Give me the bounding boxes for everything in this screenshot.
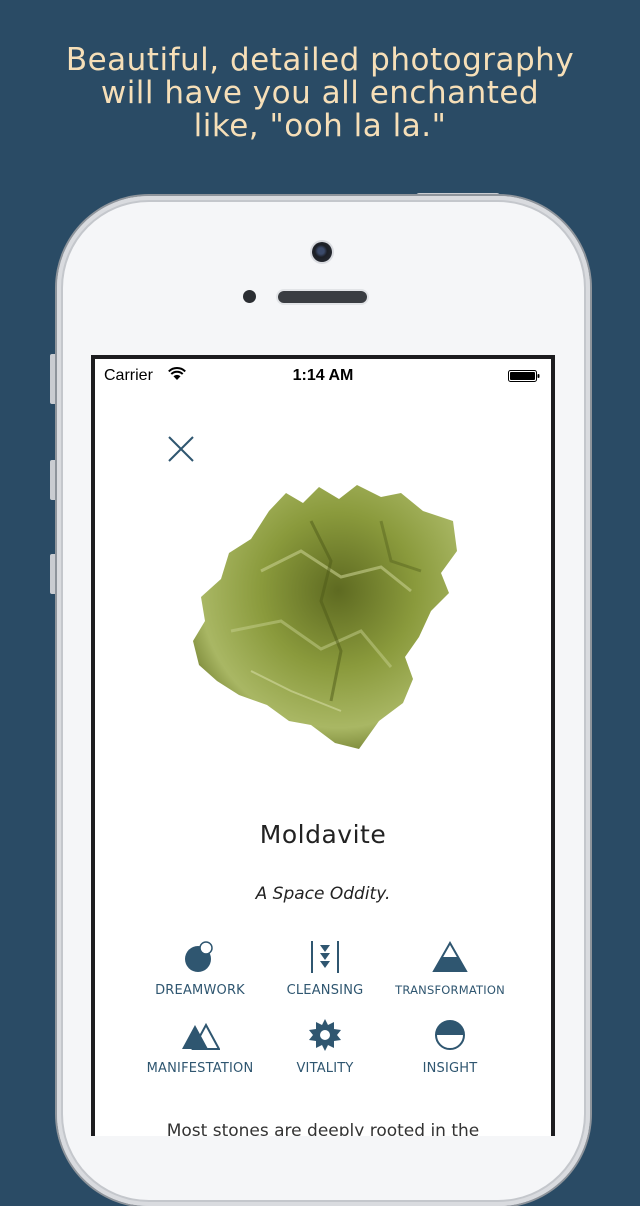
property-label: TRANSFORMATION (395, 983, 505, 997)
dreamwork-icon (185, 941, 213, 972)
promo-headline: Beautiful, detailed photography will hav… (0, 44, 640, 143)
earpiece-speaker (278, 291, 367, 303)
status-bar: Carrier 1:14 AM (95, 359, 551, 391)
insight-icon (435, 1020, 465, 1050)
property-label: INSIGHT (422, 1061, 478, 1076)
volume-down-button (50, 554, 57, 594)
close-icon[interactable] (165, 433, 197, 465)
property-transformation[interactable]: TRANSFORMATION (370, 939, 530, 997)
property-insight[interactable]: INSIGHT (370, 1017, 530, 1076)
stone-name: Moldavite (259, 820, 387, 849)
manifestation-icon (182, 1022, 220, 1050)
phone-screen: Carrier 1:14 AM Moldavite A Space Oddity… (91, 355, 555, 1136)
cleansing-icon (311, 941, 339, 973)
vitality-icon (309, 1019, 341, 1051)
transformation-icon (432, 940, 468, 972)
battery-icon (508, 370, 540, 382)
status-time: 1:14 AM (292, 367, 354, 384)
headline-line-3: like, "ooh la la." (193, 108, 447, 144)
stone-description: Most stones are deeply rooted in the (166, 1121, 480, 1136)
app-view: Carrier 1:14 AM Moldavite A Space Oddity… (95, 359, 551, 1136)
volume-up-button (50, 460, 57, 500)
headline-line-1: Beautiful, detailed photography (65, 42, 575, 78)
mute-switch (50, 354, 57, 404)
proximity-sensor (243, 290, 256, 303)
front-camera (312, 242, 332, 262)
moldavite-photo (193, 485, 457, 749)
stone-tagline: A Space Oddity. (255, 884, 391, 904)
headline-line-2: will have you all enchanted (100, 75, 540, 111)
